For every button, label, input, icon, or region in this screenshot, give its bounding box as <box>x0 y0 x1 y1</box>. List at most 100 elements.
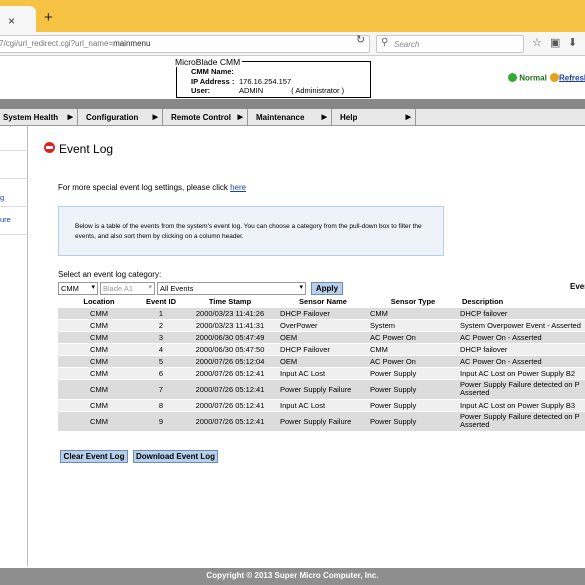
cell-event-id: 8 <box>140 398 182 411</box>
cell-description: DHCP failover <box>458 306 585 319</box>
table-row: CMM 3 2000/06/30 05:47:49 OEM AC Power O… <box>58 330 585 343</box>
column-header-sensor-type[interactable]: Sensor Type <box>368 297 458 307</box>
table-row: CMM 5 2000/07/26 05:12:04 OEM AC Power O… <box>58 354 585 367</box>
cell-time-stamp: 2000/07/26 05:12:04 <box>182 354 278 367</box>
menu-maintenance[interactable]: Maintenance ▶ <box>248 109 332 126</box>
sidebar-divider <box>0 206 28 207</box>
column-header-sensor-name[interactable]: Sensor Name <box>278 297 368 307</box>
chevron-down-icon: ▾ <box>148 284 152 291</box>
menu-arrow-icon: ▶ <box>321 114 327 121</box>
info-text: Below is a table of the events from the … <box>75 223 422 240</box>
menu-configuration[interactable]: Configuration ▶ <box>78 109 163 126</box>
column-header-location[interactable]: Location <box>58 297 140 307</box>
refresh-link[interactable]: Refresh <box>559 73 585 82</box>
apply-button[interactable]: Apply <box>311 282 343 295</box>
address-bar[interactable]: 7/cgi/url_redirect.cgi?url_name=mainmenu <box>0 35 370 53</box>
cell-description: Input AC Lost on Power Supply B3 <box>458 398 585 411</box>
clear-event-log-button[interactable]: Clear Event Log <box>60 450 128 463</box>
cmm-name-row: CMM Name: <box>191 67 234 76</box>
reload-icon[interactable]: ↻ <box>356 33 365 46</box>
cell-event-id: 9 <box>140 410 182 431</box>
sidebar-item-partial[interactable]: ure <box>0 215 11 224</box>
event-log-table: Location Event ID Time Stamp Sensor Name… <box>58 297 585 431</box>
cell-event-id: 7 <box>140 378 182 399</box>
cell-sensor-type: AC Power On <box>368 330 458 343</box>
cell-sensor-name: DHCP Failover <box>278 306 368 319</box>
menu-arrow-icon: ▶ <box>152 114 158 121</box>
cell-time-stamp: 2000/07/26 05:12:41 <box>182 410 278 431</box>
table-row: CMM 9 2000/07/26 05:12:41 Power Supply F… <box>58 410 585 431</box>
event-category-select[interactable]: All Events ▾ <box>157 282 306 295</box>
cell-event-id: 5 <box>140 354 182 367</box>
cell-sensor-name: Input AC Lost <box>278 398 368 411</box>
cell-time-stamp: 2000/03/23 11:41:31 <box>182 318 278 331</box>
cell-location: CMM <box>58 330 140 343</box>
cell-event-id: 4 <box>140 342 182 355</box>
blade-select[interactable]: Blade A1 ▾ <box>100 282 155 295</box>
cell-location: CMM <box>58 306 140 319</box>
cell-time-stamp: 2000/06/30 05:47:49 <box>182 330 278 343</box>
browser-nav-bar: 7/cgi/url_redirect.cgi?url_name=mainmenu… <box>0 32 585 56</box>
cell-time-stamp: 2000/03/23 11:41:26 <box>182 306 278 319</box>
menu-arrow-icon: ▶ <box>67 114 73 121</box>
cell-sensor-type: CMM <box>368 306 458 319</box>
download-icon[interactable]: ⬇ <box>568 36 577 49</box>
cmm-header: MicroBlade CMM CMM Name: IP Address :176… <box>0 56 585 99</box>
sidebar-divider <box>0 150 28 151</box>
column-header-event-id[interactable]: Event ID <box>140 297 182 307</box>
cell-sensor-name: Input AC Lost <box>278 366 368 379</box>
sidebar-divider <box>0 234 28 235</box>
search-input[interactable]: ⚲ Search <box>376 35 524 53</box>
column-header-description[interactable]: Description <box>458 297 585 307</box>
menu-help[interactable]: Help ▶ <box>332 109 416 126</box>
menu-arrow-icon: ▶ <box>405 114 411 121</box>
clipboard-icon[interactable]: ▣ <box>550 36 560 49</box>
search-icon: ⚲ <box>381 37 389 48</box>
sidebar-divider <box>0 178 28 179</box>
copyright-footer: Copyright © 2013 Super Micro Computer, I… <box>0 568 585 585</box>
header-divider <box>0 99 585 109</box>
refresh-icon[interactable] <box>550 73 560 83</box>
cell-description: Input AC Lost on Power Supply B2 <box>458 366 585 379</box>
table-row: CMM 6 2000/07/26 05:12:41 Input AC Lost … <box>58 366 585 379</box>
here-link[interactable]: here <box>230 183 246 192</box>
menu-system-health[interactable]: System Health ▶ <box>0 109 78 126</box>
cell-sensor-type: CMM <box>368 342 458 355</box>
table-header-row: Location Event ID Time Stamp Sensor Name… <box>58 297 585 307</box>
close-tab-icon[interactable]: × <box>8 14 15 28</box>
cell-description: AC Power On - Asserted <box>458 330 585 343</box>
download-event-log-button[interactable]: Download Event Log <box>133 450 218 463</box>
sidebar-item-event-log[interactable]: g <box>0 193 4 202</box>
main-menu-bar: System Health ▶ Configuration ▶ Remote Con… <box>0 109 585 126</box>
cell-sensor-name: OEM <box>278 330 368 343</box>
cell-sensor-name: OEM <box>278 354 368 367</box>
column-header-time-stamp[interactable]: Time Stamp <box>182 297 278 307</box>
bookmark-star-icon[interactable]: ☆ <box>532 36 542 49</box>
table-row: CMM 2 2000/03/23 11:41:31 OverPower Syst… <box>58 318 585 331</box>
event-log-icon <box>44 142 55 153</box>
cell-time-stamp: 2000/07/26 05:12:41 <box>182 398 278 411</box>
cell-description: System Overpower Event - Asserted <box>458 318 585 331</box>
left-sidebar: g ure <box>0 126 28 566</box>
ip-address-row: IP Address :176.16.254.157 <box>191 77 292 86</box>
menu-arrow-icon: ▶ <box>237 114 243 121</box>
cell-sensor-type: Power Supply <box>368 398 458 411</box>
table-row: CMM 4 2000/06/30 05:47:50 DHCP Failover … <box>58 342 585 355</box>
new-tab-icon[interactable]: + <box>44 9 53 26</box>
status-ok-icon <box>508 73 517 83</box>
cell-event-id: 3 <box>140 330 182 343</box>
menu-remote-control[interactable]: Remote Control ▶ <box>163 109 248 126</box>
events-count-label: Even <box>570 282 585 291</box>
browser-tab-bar: × + <box>0 0 585 32</box>
category-label: Select an event log category: <box>58 270 162 279</box>
url-text: 7/cgi/url_redirect.cgi?url_name=mainmenu <box>0 39 151 48</box>
cell-event-id: 6 <box>140 366 182 379</box>
location-select[interactable]: CMM ▾ <box>58 282 98 295</box>
cell-sensor-type: AC Power On <box>368 354 458 367</box>
cell-time-stamp: 2000/07/26 05:12:41 <box>182 366 278 379</box>
page-title: Event Log <box>59 142 114 156</box>
table-row: CMM 7 2000/07/26 05:12:41 Power Supply F… <box>58 378 585 399</box>
table-row: CMM 8 2000/07/26 05:12:41 Input AC Lost … <box>58 398 585 411</box>
cell-location: CMM <box>58 366 140 379</box>
browser-tab[interactable]: × <box>0 6 36 32</box>
